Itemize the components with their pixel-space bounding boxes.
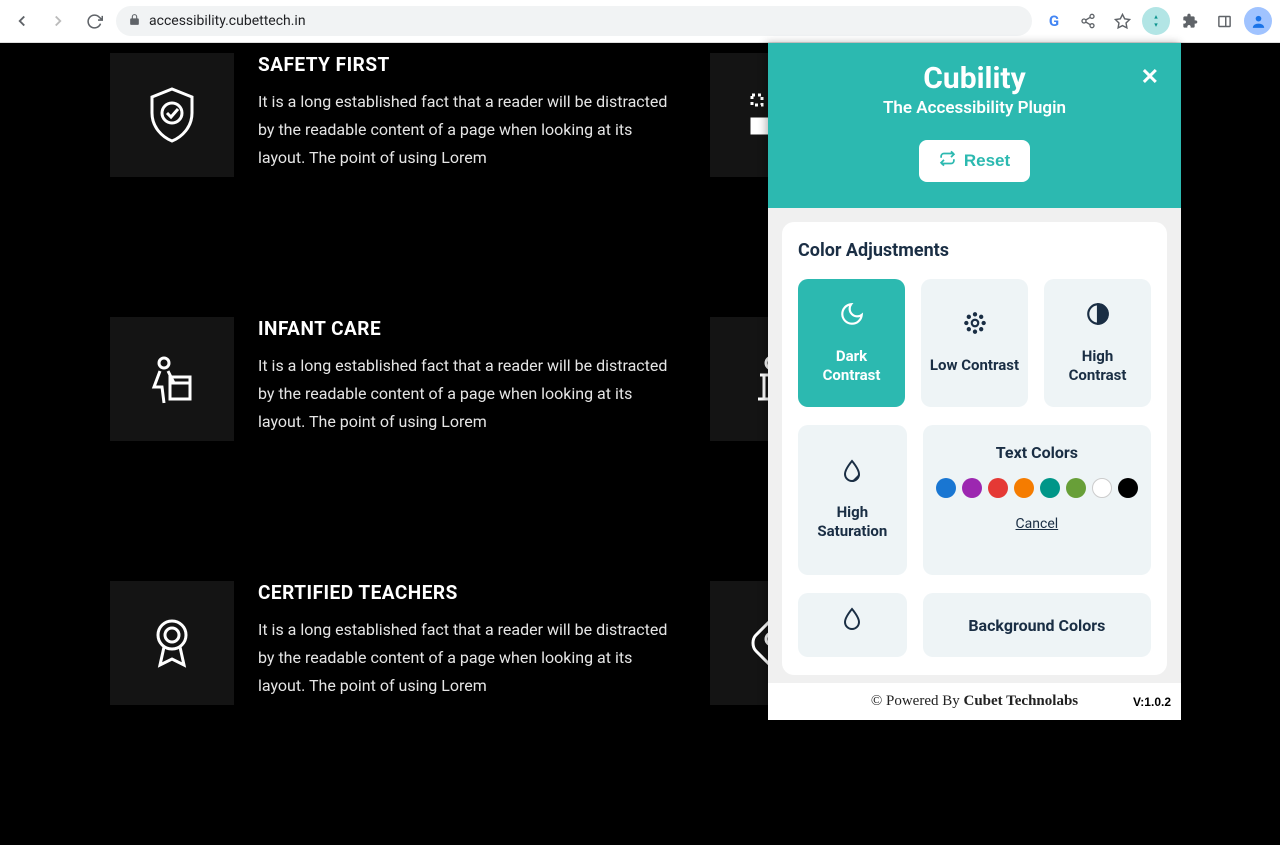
color-swatch[interactable]: [988, 478, 1008, 498]
text-colors-title: Text Colors: [935, 443, 1139, 462]
color-swatches: [935, 478, 1139, 498]
high-contrast-option[interactable]: High Contrast: [1044, 279, 1151, 407]
plugin-footer: © Powered By Cubet Technolabs V:1.0.2: [768, 683, 1181, 720]
version-label: V:1.0.2: [1133, 695, 1171, 709]
color-swatch[interactable]: [1014, 478, 1034, 498]
address-bar[interactable]: accessibility.cubettech.in: [116, 6, 1032, 36]
feature-card-infant: INFANT CARE It is a long established fac…: [110, 317, 670, 441]
plugin-title: Cubility: [768, 61, 1181, 96]
plugin-subtitle: The Accessibility Plugin: [768, 98, 1181, 118]
plugin-header: ✕ Cubility The Accessibility Plugin Rese…: [768, 43, 1181, 208]
card-title: INFANT CARE: [258, 317, 670, 340]
card-desc: It is a long established fact that a rea…: [258, 616, 670, 700]
shield-icon: [110, 53, 234, 177]
section-title: Color Adjustments: [798, 240, 1151, 261]
care-icon: [110, 317, 234, 441]
star-icon[interactable]: [1108, 7, 1136, 35]
panel-icon[interactable]: [1210, 7, 1238, 35]
share-icon[interactable]: [1074, 7, 1102, 35]
low-contrast-option[interactable]: Low Contrast: [921, 279, 1028, 407]
color-swatch[interactable]: [1118, 478, 1138, 498]
url-text: accessibility.cubettech.in: [149, 13, 306, 29]
cubility-extension-icon[interactable]: [1142, 7, 1170, 35]
droplet-icon: [840, 459, 864, 489]
color-swatch[interactable]: [1040, 478, 1060, 498]
lock-icon: [128, 13, 141, 30]
reset-icon: [939, 150, 956, 172]
plugin-body: Color Adjustments Dark Contrast Low Cont…: [768, 208, 1181, 683]
dark-contrast-option[interactable]: Dark Contrast: [798, 279, 905, 407]
card-desc: It is a long established fact that a rea…: [258, 352, 670, 436]
background-colors-panel[interactable]: Background Colors: [923, 593, 1151, 657]
feature-card-safety: SAFETY FIRST It is a long established fa…: [110, 53, 670, 177]
google-icon[interactable]: G: [1040, 7, 1068, 35]
cubility-panel: ✕ Cubility The Accessibility Plugin Rese…: [768, 43, 1181, 720]
droplet-outline-icon: [840, 607, 864, 637]
color-swatch[interactable]: [1092, 478, 1112, 498]
award-icon: [110, 581, 234, 705]
card-desc: It is a long established fact that a rea…: [258, 88, 670, 172]
feature-card-teachers: CERTIFIED TEACHERS It is a long establis…: [110, 581, 670, 705]
back-button[interactable]: [8, 7, 36, 35]
card-title: CERTIFIED TEACHERS: [258, 581, 670, 604]
color-swatch[interactable]: [936, 478, 956, 498]
toolbar-right: G: [1040, 7, 1272, 35]
extensions-icon[interactable]: [1176, 7, 1204, 35]
contrast-icon: [1085, 301, 1111, 333]
text-colors-panel: Text Colors Cancel: [923, 425, 1151, 575]
low-saturation-option[interactable]: [798, 593, 907, 657]
profile-avatar[interactable]: [1244, 7, 1272, 35]
high-saturation-option[interactable]: High Saturation: [798, 425, 907, 575]
sun-dim-icon: [962, 310, 988, 342]
card-title: SAFETY FIRST: [258, 53, 670, 76]
bg-colors-title: Background Colors: [968, 616, 1105, 635]
forward-button[interactable]: [44, 7, 72, 35]
color-adjustments-section: Color Adjustments Dark Contrast Low Cont…: [782, 222, 1167, 675]
cancel-link[interactable]: Cancel: [935, 516, 1139, 532]
color-swatch[interactable]: [962, 478, 982, 498]
moon-icon: [839, 301, 865, 333]
color-swatch[interactable]: [1066, 478, 1086, 498]
browser-toolbar: accessibility.cubettech.in G: [0, 0, 1280, 43]
close-icon[interactable]: ✕: [1141, 65, 1159, 90]
reset-button[interactable]: Reset: [919, 140, 1030, 182]
reload-button[interactable]: [80, 7, 108, 35]
